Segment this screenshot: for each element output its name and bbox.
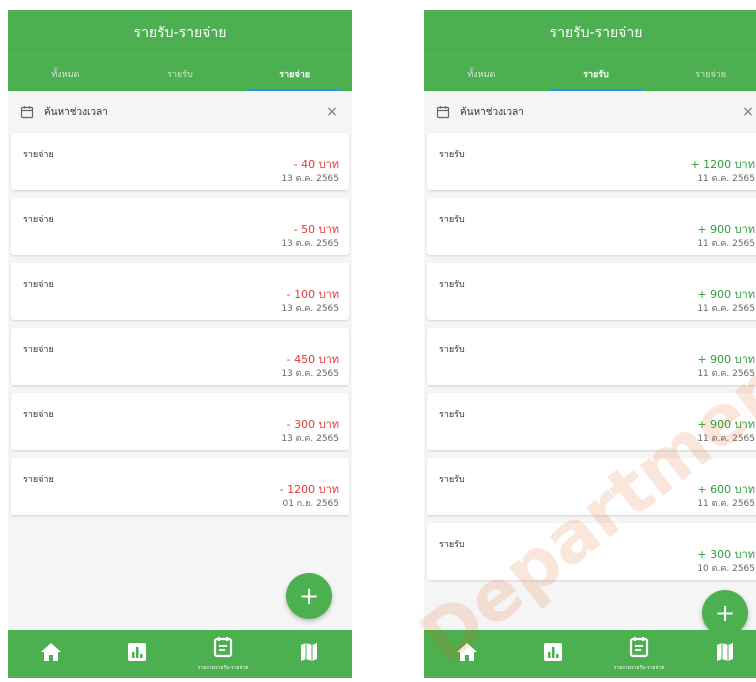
bar-chart-icon — [543, 642, 563, 666]
list-item[interactable]: รายจ่าย - 100 บาท 13 ต.ค. 2565 — [11, 263, 349, 320]
nav-chart[interactable] — [94, 630, 180, 678]
map-icon — [715, 642, 735, 666]
nav-report-caption: รายงานรายรับ-รายจ่าย — [613, 665, 665, 671]
list-item[interactable]: รายรับ + 600 บาท 11 ต.ค. 2565 — [427, 458, 756, 515]
item-date: 13 ต.ค. 2565 — [281, 174, 339, 184]
nav-report[interactable]: รายงานรายรับ-รายจ่าย — [596, 630, 682, 678]
item-date: 13 ต.ค. 2565 — [281, 239, 339, 249]
item-date: 11 ต.ค. 2565 — [697, 499, 755, 509]
list-item[interactable]: รายรับ + 900 บาท 11 ต.ค. 2565 — [427, 198, 756, 255]
list-item[interactable]: รายจ่าย - 40 บาท 13 ต.ค. 2565 — [11, 133, 349, 190]
list-item[interactable]: รายรับ + 900 บาท 11 ต.ค. 2565 — [427, 263, 756, 320]
list-item[interactable]: รายรับ + 300 บาท 10 ต.ค. 2565 — [427, 523, 756, 580]
search-label: ค้นหาช่วงเวลา — [44, 106, 108, 118]
report-icon — [213, 636, 233, 662]
item-title: รายจ่าย — [23, 475, 54, 485]
income-screen: รายรับ-รายจ่าย ทั้งหมด รายรับ รายจ่าย ค้… — [424, 10, 756, 678]
bar-chart-icon — [127, 642, 147, 666]
list-item[interactable]: รายจ่าย - 300 บาท 13 ต.ค. 2565 — [11, 393, 349, 450]
item-title: รายจ่าย — [23, 280, 54, 290]
nav-home[interactable] — [8, 630, 94, 678]
nav-map[interactable] — [682, 630, 756, 678]
list-item[interactable]: รายรับ + 900 บาท 11 ต.ค. 2565 — [427, 328, 756, 385]
list-item[interactable]: รายจ่าย - 450 บาท 13 ต.ค. 2565 — [11, 328, 349, 385]
nav-report[interactable]: รายงานรายรับ-รายจ่าย — [180, 630, 266, 678]
item-date: 10 ต.ค. 2565 — [697, 564, 755, 574]
bottom-nav: รายงานรายรับ-รายจ่าย — [8, 630, 352, 678]
nav-report-caption: รายงานรายรับ-รายจ่าย — [197, 665, 249, 671]
tab-expense[interactable]: รายจ่าย — [237, 56, 352, 91]
expense-screen: รายรับ-รายจ่าย ทั้งหมด รายรับ รายจ่าย ค้… — [8, 10, 352, 678]
app-title: รายรับ-รายจ่าย — [549, 24, 643, 41]
item-date: 11 ต.ค. 2565 — [697, 174, 755, 184]
app-title: รายรับ-รายจ่าย — [133, 24, 227, 41]
item-date: 11 ต.ค. 2565 — [697, 239, 755, 249]
nav-map[interactable] — [266, 630, 352, 678]
tab-all-label: ทั้งหมด — [467, 69, 496, 80]
calendar-icon — [20, 105, 34, 119]
item-date: 13 ต.ค. 2565 — [281, 369, 339, 379]
add-button[interactable]: + — [286, 573, 332, 619]
item-title: รายรับ — [439, 540, 465, 550]
tab-all[interactable]: ทั้งหมด — [8, 56, 123, 91]
app-bar: รายรับ-รายจ่าย — [424, 10, 756, 55]
item-date: 13 ต.ค. 2565 — [281, 304, 339, 314]
tab-expense-label: รายจ่าย — [279, 69, 311, 80]
item-title: รายจ่าย — [23, 150, 54, 160]
item-date: 01 ก.ย. 2565 — [282, 499, 339, 509]
date-range-search[interactable]: ค้นหาช่วงเวลา × — [424, 91, 756, 133]
home-icon — [456, 642, 478, 666]
tab-all-label: ทั้งหมด — [51, 69, 80, 80]
list-item[interactable]: รายจ่าย - 1200 บาท 01 ก.ย. 2565 — [11, 458, 349, 515]
transaction-list: รายจ่าย - 40 บาท 13 ต.ค. 2565 รายจ่าย - … — [8, 133, 352, 515]
close-icon[interactable]: × — [738, 104, 756, 120]
search-label: ค้นหาช่วงเวลา — [460, 106, 524, 118]
list-item[interactable]: รายรับ + 1200 บาท 11 ต.ค. 2565 — [427, 133, 756, 190]
tab-income[interactable]: รายรับ — [539, 56, 654, 91]
list-item[interactable]: รายรับ + 900 บาท 11 ต.ค. 2565 — [427, 393, 756, 450]
transaction-list: รายรับ + 1200 บาท 11 ต.ค. 2565 รายรับ + … — [424, 133, 756, 580]
item-title: รายรับ — [439, 345, 465, 355]
item-title: รายจ่าย — [23, 410, 54, 420]
nav-chart[interactable] — [510, 630, 596, 678]
calendar-icon — [436, 105, 450, 119]
item-date: 13 ต.ค. 2565 — [281, 434, 339, 444]
tab-income[interactable]: รายรับ — [123, 56, 238, 91]
close-icon[interactable]: × — [322, 104, 342, 120]
tab-expense-label: รายจ่าย — [695, 69, 727, 80]
report-icon — [629, 636, 649, 662]
item-title: รายรับ — [439, 280, 465, 290]
item-title: รายรับ — [439, 150, 465, 160]
item-title: รายรับ — [439, 410, 465, 420]
nav-home[interactable] — [424, 630, 510, 678]
tab-bar: ทั้งหมด รายรับ รายจ่าย — [8, 55, 352, 91]
item-date: 11 ต.ค. 2565 — [697, 369, 755, 379]
item-title: รายรับ — [439, 475, 465, 485]
item-title: รายจ่าย — [23, 345, 54, 355]
bottom-nav: รายงานรายรับ-รายจ่าย — [424, 630, 756, 678]
home-icon — [40, 642, 62, 666]
tab-income-label: รายรับ — [583, 69, 609, 80]
tab-income-label: รายรับ — [167, 69, 193, 80]
map-icon — [299, 642, 319, 666]
tab-all[interactable]: ทั้งหมด — [424, 56, 539, 91]
item-title: รายรับ — [439, 215, 465, 225]
item-date: 11 ต.ค. 2565 — [697, 304, 755, 314]
date-range-search[interactable]: ค้นหาช่วงเวลา × — [8, 91, 352, 133]
app-bar: รายรับ-รายจ่าย — [8, 10, 352, 55]
item-date: 11 ต.ค. 2565 — [697, 434, 755, 444]
item-title: รายจ่าย — [23, 215, 54, 225]
tab-expense[interactable]: รายจ่าย — [653, 56, 756, 91]
tab-bar: ทั้งหมด รายรับ รายจ่าย — [424, 55, 756, 91]
list-item[interactable]: รายจ่าย - 50 บาท 13 ต.ค. 2565 — [11, 198, 349, 255]
